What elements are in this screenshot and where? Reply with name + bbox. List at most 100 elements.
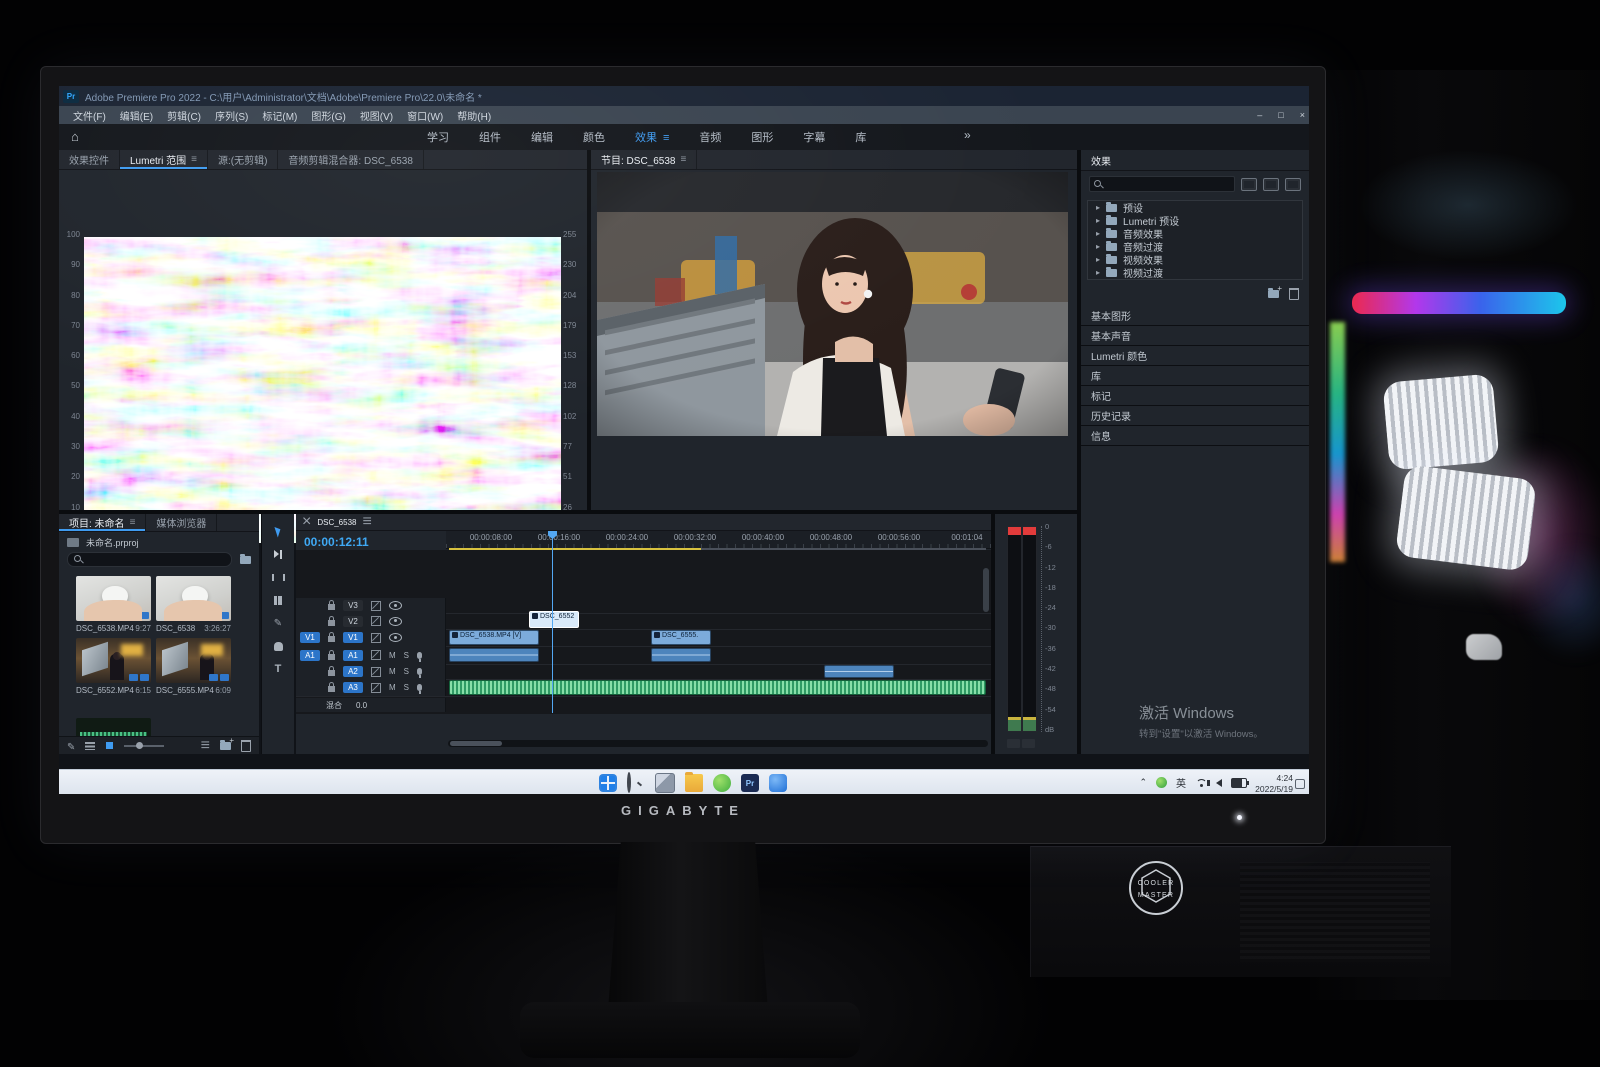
speaker-icon[interactable] [1216, 779, 1222, 787]
clip-thumbnail[interactable] [156, 638, 231, 683]
workspace-tab[interactable]: 效果 [635, 129, 669, 145]
chevron-right-icon[interactable] [1096, 254, 1100, 265]
workspace-tab[interactable]: 库 [855, 129, 866, 145]
messaging-app-icon[interactable] [769, 774, 787, 792]
collapsed-panel-header[interactable]: 历史记录 [1081, 406, 1309, 426]
tab-effect-controls[interactable]: 效果控件 [59, 150, 120, 169]
track-select-tool[interactable] [271, 547, 285, 561]
menu-item[interactable]: 窗口(W) [407, 108, 443, 123]
sync-lock-icon[interactable] [371, 650, 381, 660]
project-clip-3[interactable]: DSC_6552.MP4 6:15 [76, 638, 151, 695]
chevron-right-icon[interactable] [1096, 267, 1100, 278]
menu-item[interactable]: 视图(V) [360, 108, 393, 123]
effects-tree-row[interactable]: 视频效果 [1088, 253, 1302, 266]
workspace-tab[interactable]: 颜色 [583, 129, 605, 145]
project-clip-4[interactable]: DSC_6555.MP4 6:09 [156, 638, 231, 695]
lock-icon[interactable] [328, 636, 335, 642]
effects-search-input[interactable] [1107, 178, 1230, 190]
effects-tree-row[interactable]: 预设 [1088, 201, 1302, 214]
workspace-tab[interactable]: 音频 [699, 129, 721, 145]
source-patch[interactable]: A1 [300, 650, 320, 661]
notification-center-icon[interactable] [1295, 779, 1305, 789]
project-search-box[interactable] [67, 552, 232, 567]
pen-tool[interactable] [271, 616, 285, 630]
task-view-button[interactable] [655, 773, 675, 793]
project-search-input[interactable] [87, 554, 225, 566]
tab-project[interactable]: 项目: 未命名 [59, 514, 146, 531]
effects-tree-row[interactable]: 音频效果 [1088, 227, 1302, 240]
collapsed-panel-header[interactable]: 信息 [1081, 426, 1309, 446]
solo-button[interactable]: S [404, 667, 409, 676]
list-view-icon[interactable] [85, 742, 95, 750]
solo-chip[interactable] [1022, 739, 1035, 748]
panel-menu-icon[interactable] [130, 517, 136, 528]
tab-audio-clip-mixer[interactable]: 音频剪辑混合器: DSC_6538 [278, 150, 423, 169]
timeline-clip-selected[interactable]: DSC_6552 [529, 611, 579, 628]
effects-search-box[interactable] [1089, 176, 1235, 192]
accelerated-effects-filter-icon[interactable] [1241, 178, 1257, 191]
close-button[interactable]: × [1300, 110, 1305, 120]
timeline-timecode[interactable]: 00:00:12:11 [304, 535, 369, 549]
track-badge[interactable]: A1 [343, 650, 363, 661]
wifi-icon[interactable] [1195, 778, 1207, 787]
track-visibility-icon[interactable] [389, 601, 402, 610]
audio-clip[interactable] [449, 648, 539, 662]
file-explorer-icon[interactable] [685, 774, 703, 792]
sync-lock-icon[interactable] [371, 667, 381, 677]
menu-item[interactable]: 图形(G) [311, 108, 345, 123]
ripple-edit-tool[interactable] [271, 570, 285, 584]
new-bin-icon[interactable] [220, 742, 231, 750]
track-visibility-icon[interactable] [389, 617, 402, 626]
ime-indicator[interactable]: 英 [1176, 775, 1186, 790]
track-badge[interactable]: V3 [343, 600, 363, 611]
menu-item[interactable]: 文件(F) [73, 108, 106, 123]
lock-icon[interactable] [328, 604, 335, 610]
start-button[interactable] [599, 774, 617, 792]
timeline-playhead[interactable] [552, 531, 553, 713]
menu-item[interactable]: 剪辑(C) [167, 108, 201, 123]
chevron-right-icon[interactable] [1096, 228, 1100, 239]
selection-tool[interactable] [271, 524, 285, 538]
music-audio-clip[interactable] [449, 680, 986, 695]
effects-tree-row[interactable]: Lumetri 预设 [1088, 214, 1302, 227]
collapsed-panel-header[interactable]: 基本声音 [1081, 326, 1309, 346]
clip-thumbnail[interactable] [76, 638, 151, 683]
solo-button[interactable]: S [404, 651, 409, 660]
maximize-button[interactable]: □ [1278, 110, 1283, 120]
panel-menu-icon[interactable] [680, 154, 686, 165]
project-clip-1[interactable]: DSC_6538.MP4 9:27 [76, 576, 151, 633]
hand-tool[interactable] [271, 639, 285, 653]
tray-app-icon[interactable] [1156, 777, 1167, 788]
voiceover-record-icon[interactable] [417, 668, 422, 675]
track-visibility-icon[interactable] [389, 633, 402, 642]
chevron-right-icon[interactable] [1096, 241, 1100, 252]
workspace-tab[interactable]: 字幕 [803, 129, 825, 145]
effects-tree-row[interactable]: 音频过渡 [1088, 240, 1302, 253]
lock-icon[interactable] [328, 670, 335, 676]
media-folder-icon[interactable] [240, 556, 251, 564]
clip-thumbnail[interactable] [156, 576, 231, 621]
workspace-tab[interactable]: 图形 [751, 129, 773, 145]
audio-clip[interactable] [651, 648, 711, 662]
delete-icon[interactable] [241, 740, 251, 752]
menu-item[interactable]: 序列(S) [215, 108, 248, 123]
audio-clip[interactable] [824, 665, 894, 678]
mute-button[interactable]: M [389, 683, 396, 692]
source-patch[interactable]: V1 [300, 632, 320, 643]
browser-icon[interactable] [713, 774, 731, 792]
sync-lock-icon[interactable] [371, 633, 381, 643]
workspace-tab[interactable]: 组件 [479, 129, 501, 145]
menu-item[interactable]: 标记(M) [262, 108, 297, 123]
workspace-tab[interactable]: 学习 [427, 129, 449, 145]
chevron-right-icon[interactable] [1096, 215, 1100, 226]
track-badge[interactable]: V2 [343, 616, 363, 627]
vertical-scrollbar[interactable] [983, 568, 989, 612]
32bit-effects-filter-icon[interactable] [1263, 178, 1279, 191]
close-sequence-icon[interactable] [302, 514, 311, 531]
track-badge[interactable]: V1 [343, 632, 363, 643]
zoom-slider[interactable] [124, 745, 164, 747]
solo-chip[interactable] [1007, 739, 1020, 748]
project-file-row[interactable]: 未命名.prproj [67, 536, 139, 549]
new-bin-icon[interactable] [1268, 290, 1279, 298]
automate-to-sequence-icon[interactable] [201, 737, 210, 755]
